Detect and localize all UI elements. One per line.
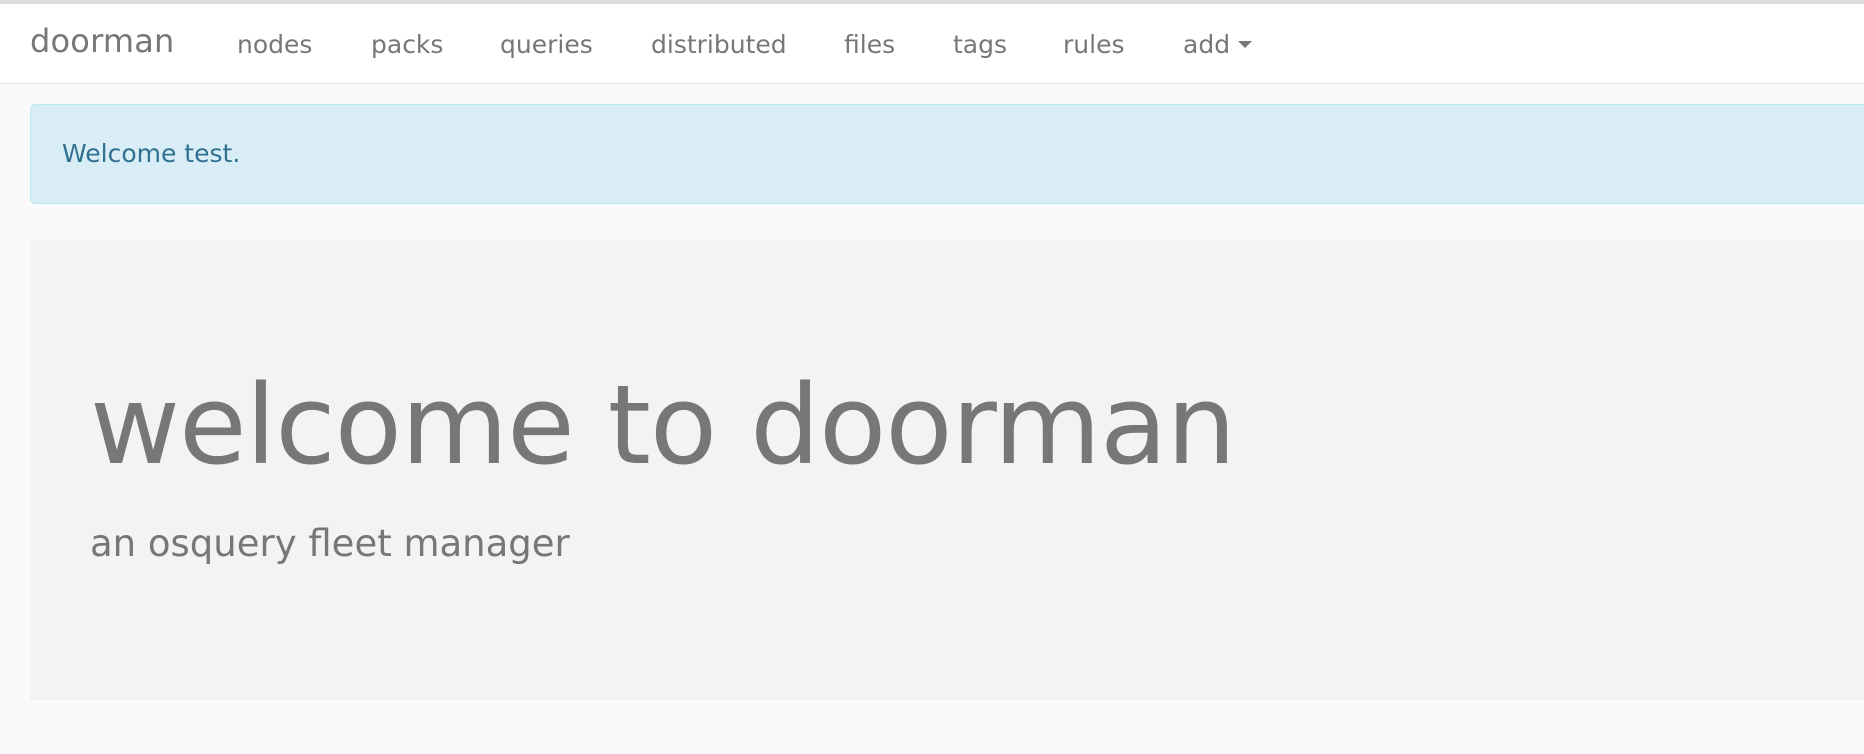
nav-link-files[interactable]: files [844,30,895,59]
nav-link-distributed[interactable]: distributed [651,30,787,59]
nav-link-tags[interactable]: tags [953,30,1007,59]
welcome-alert: Welcome test. [30,104,1864,204]
brand-link[interactable]: doorman [30,22,175,60]
nav-link-rules[interactable]: rules [1063,30,1124,59]
jumbotron: welcome to doorman an osquery fleet mana… [30,240,1864,700]
nav-link-packs[interactable]: packs [371,30,443,59]
nav-link-nodes[interactable]: nodes [237,30,312,59]
nav-dropdown-add-label: add [1183,30,1231,59]
nav-link-queries[interactable]: queries [500,30,593,59]
caret-down-icon [1238,40,1253,48]
alert-message: Welcome test. [62,139,241,168]
top-navbar: doorman nodes packs queries distributed … [0,4,1864,84]
nav-dropdown-add[interactable]: add [1183,30,1253,59]
jumbotron-subtitle: an osquery fleet manager [90,522,570,565]
jumbotron-title: welcome to doorman [90,361,1236,489]
